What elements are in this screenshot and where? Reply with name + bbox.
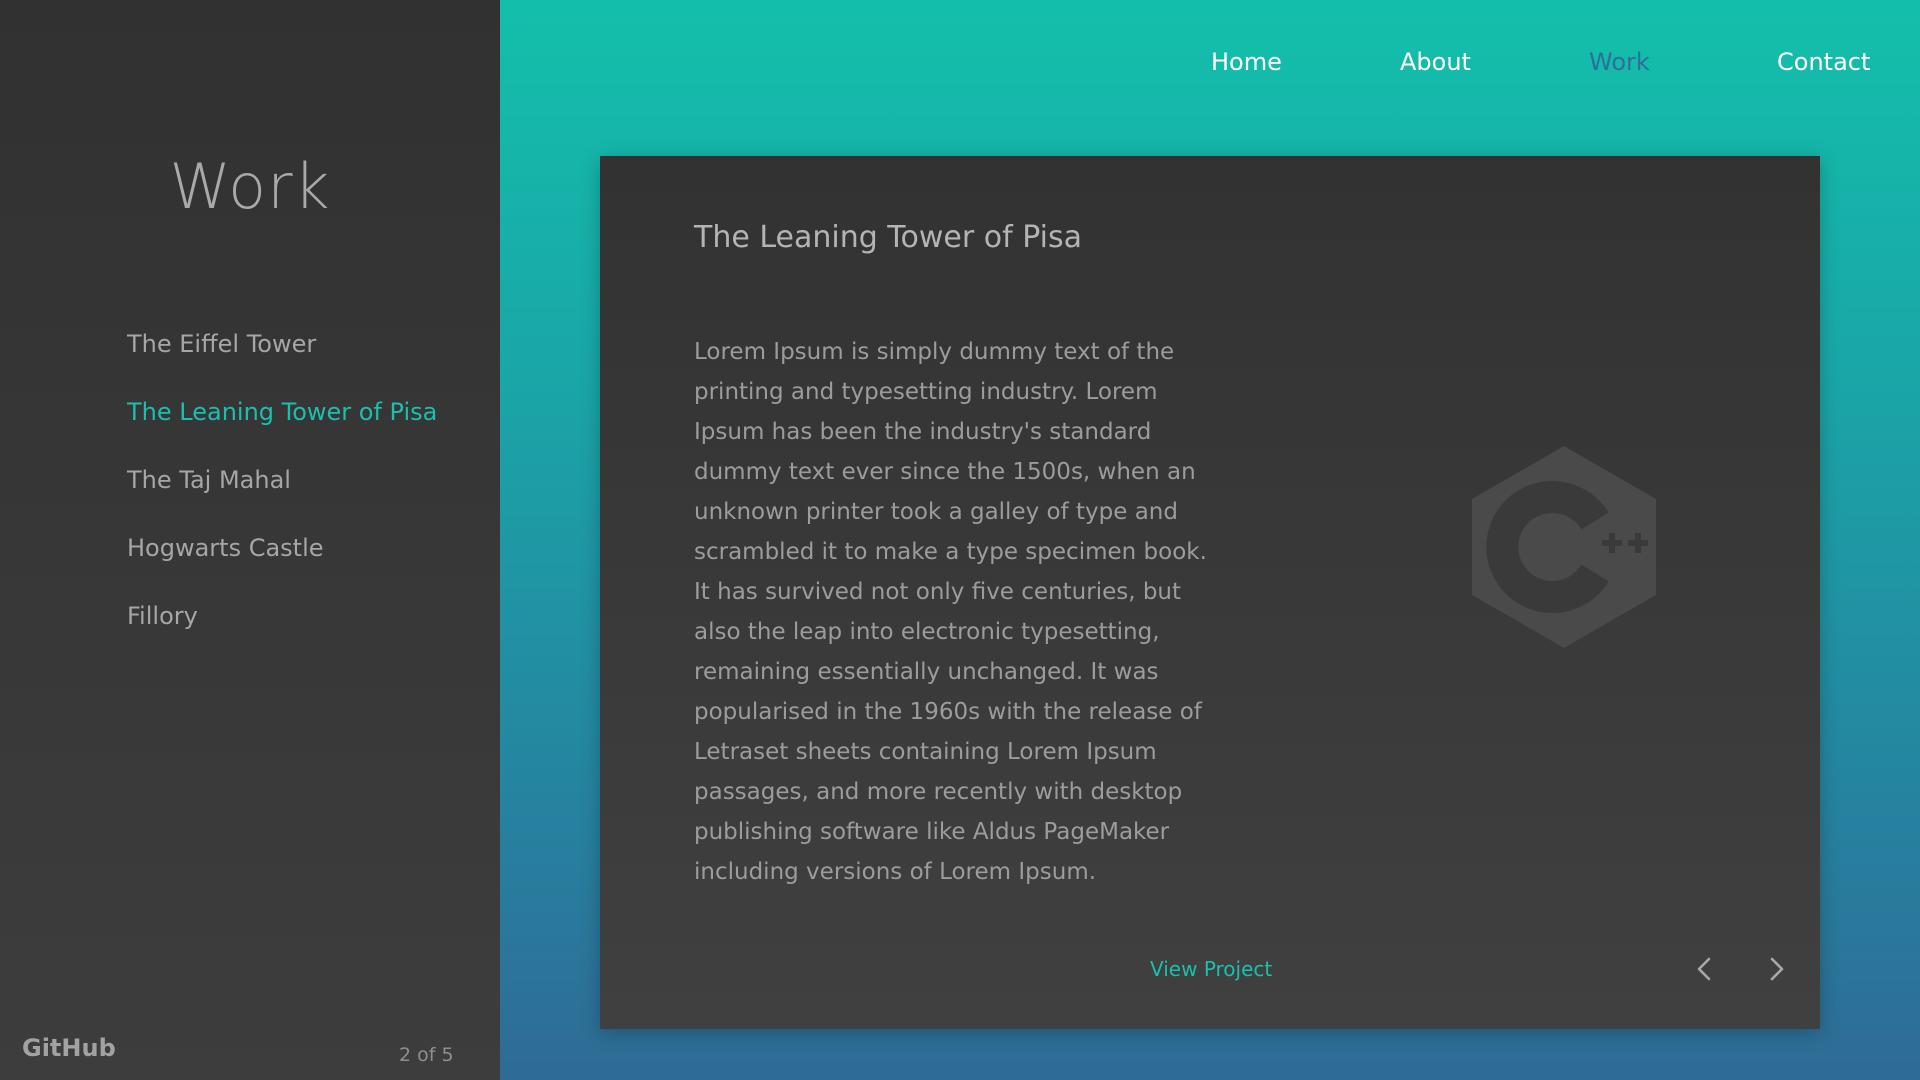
github-link[interactable]: GitHub — [22, 1034, 116, 1062]
cpp-logo-icon — [1472, 446, 1656, 648]
chevron-right-icon[interactable] — [1766, 956, 1788, 982]
sidebar-title: Work — [169, 150, 331, 223]
project-description: Lorem Ipsum is simply dummy text of the … — [694, 339, 1207, 885]
project-item-eiffel-tower[interactable]: The Eiffel Tower — [127, 318, 437, 386]
top-nav: Home About Work Contact — [500, 48, 1920, 88]
project-item-taj-mahal[interactable]: The Taj Mahal — [127, 454, 437, 522]
nav-home[interactable]: Home — [1211, 48, 1282, 76]
nav-work[interactable]: Work — [1589, 48, 1650, 76]
project-item-leaning-tower[interactable]: The Leaning Tower of Pisa — [127, 386, 437, 454]
nav-about[interactable]: About — [1400, 48, 1471, 76]
view-project-link[interactable]: View Project — [1150, 957, 1272, 981]
chevron-left-icon[interactable] — [1693, 956, 1715, 982]
project-item-fillory[interactable]: Fillory — [127, 590, 437, 658]
project-card: The Leaning Tower of Pisa Lorem Ipsum is… — [600, 156, 1820, 1029]
page-counter: 2 of 5 — [399, 1044, 454, 1066]
project-title: The Leaning Tower of Pisa — [694, 220, 1082, 255]
project-item-hogwarts[interactable]: Hogwarts Castle — [127, 522, 437, 590]
sidebar: Work The Eiffel Tower The Leaning Tower … — [0, 0, 500, 1080]
nav-contact[interactable]: Contact — [1777, 48, 1870, 76]
project-list: The Eiffel Tower The Leaning Tower of Pi… — [127, 318, 437, 658]
